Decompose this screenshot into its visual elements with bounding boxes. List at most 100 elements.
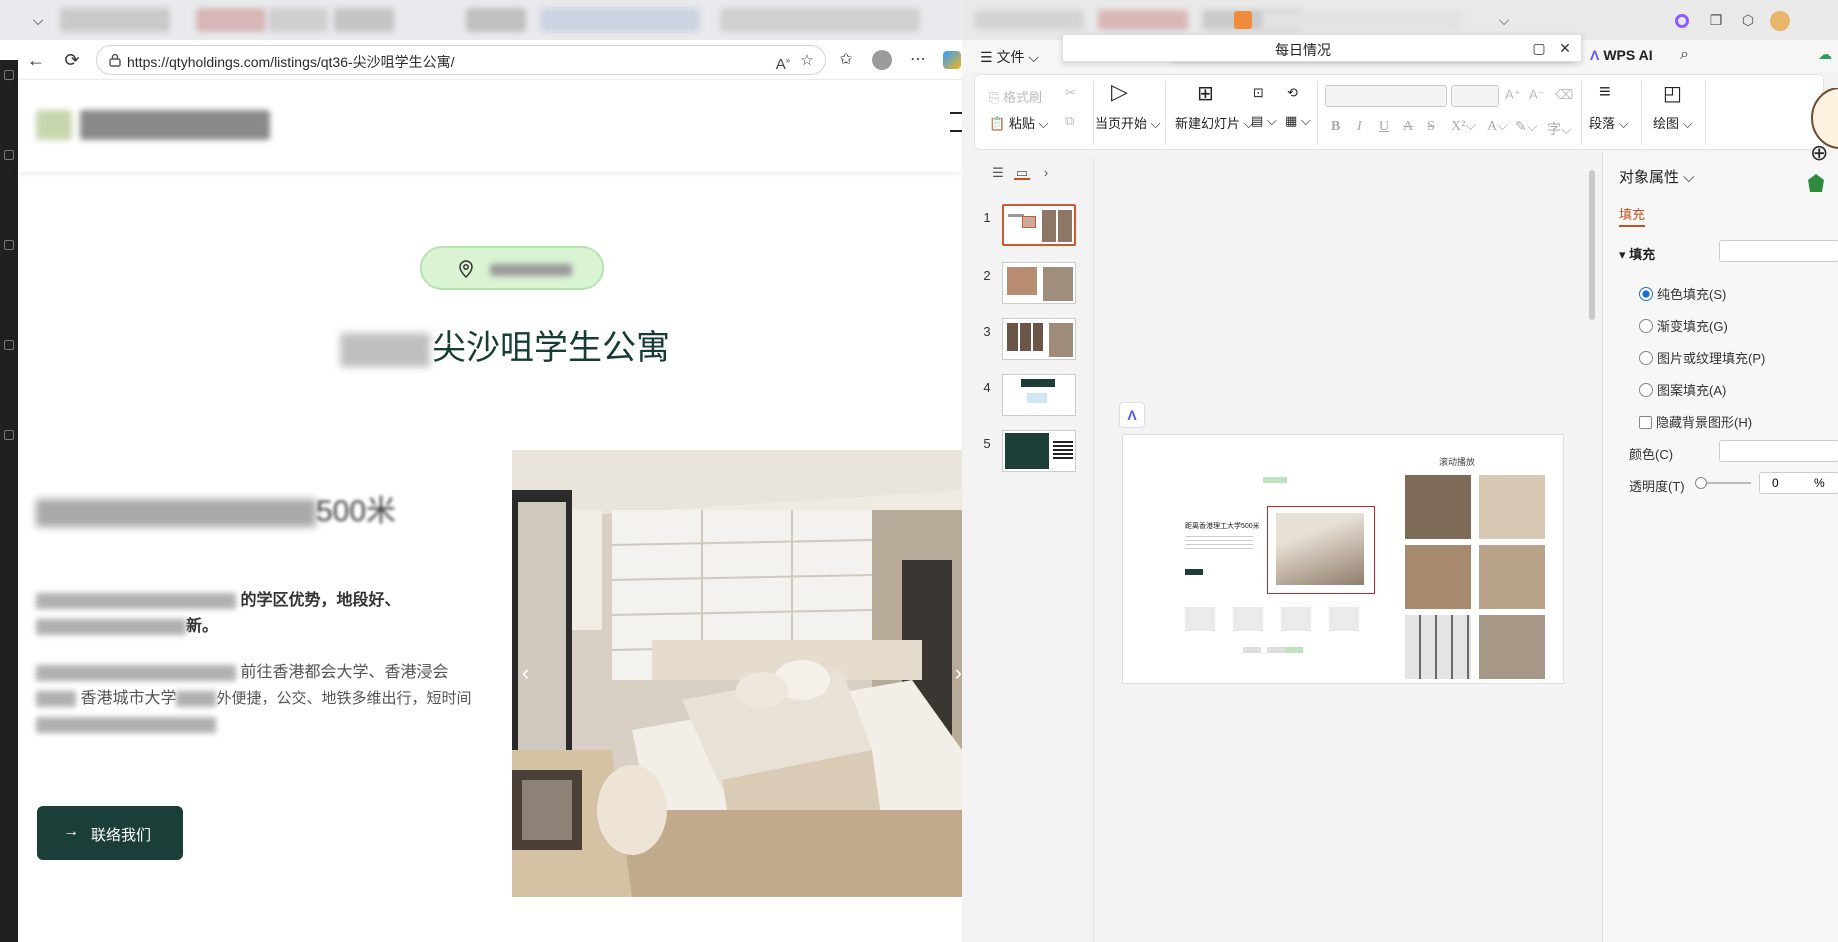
draw-icon[interactable]: ◰ bbox=[1663, 81, 1682, 106]
font-grow-icon[interactable]: A⁺ bbox=[1505, 87, 1521, 103]
copy-icon[interactable]: ⧉ bbox=[1065, 113, 1074, 129]
wps-doc-tab[interactable] bbox=[1262, 10, 1462, 30]
fill-section-header[interactable]: ▾ 填充 bbox=[1619, 244, 1655, 263]
fill-type-select[interactable] bbox=[1719, 240, 1838, 262]
room-photo-carousel[interactable]: ‹ › bbox=[512, 450, 962, 897]
wps-ai-button[interactable]: Ʌ WPS AI bbox=[1590, 47, 1653, 63]
checkbox[interactable] bbox=[1639, 416, 1652, 429]
wps-doc-tab[interactable] bbox=[974, 10, 1084, 30]
profile-avatar[interactable] bbox=[870, 48, 894, 72]
cube-icon[interactable]: ⬡ bbox=[1738, 10, 1758, 30]
search-icon[interactable]: ⌕ bbox=[1680, 46, 1689, 64]
browser-tab[interactable] bbox=[196, 8, 266, 32]
slide-thumbnail-1[interactable] bbox=[1002, 204, 1076, 246]
solid-fill-option[interactable]: 纯色填充(S) bbox=[1639, 284, 1726, 303]
gradient-fill-option[interactable]: 渐变填充(G) bbox=[1639, 316, 1728, 335]
slide-thumbnail-2[interactable] bbox=[1002, 262, 1076, 304]
transparency-input[interactable]: 0 % bbox=[1759, 472, 1838, 494]
picture-fill-option[interactable]: 图片或纹理填充(P) bbox=[1639, 348, 1765, 367]
browser-tab[interactable] bbox=[466, 8, 526, 32]
arrange-icon[interactable]: ▦ ⌵ bbox=[1285, 113, 1311, 129]
browser-tab[interactable] bbox=[334, 8, 394, 32]
draw-button[interactable]: 绘图 ⌵ bbox=[1653, 113, 1692, 132]
close-icon[interactable]: ✕ bbox=[1555, 38, 1575, 58]
bold-icon[interactable]: B bbox=[1331, 119, 1340, 135]
window-restore-icon[interactable]: ❐ bbox=[1706, 10, 1726, 30]
underline-icon[interactable]: U bbox=[1379, 119, 1389, 135]
carousel-next-arrow-icon[interactable]: › bbox=[955, 660, 962, 686]
more-menu-icon[interactable]: ⋯ bbox=[906, 48, 930, 72]
cloud-sync-icon[interactable]: ☁ bbox=[1818, 46, 1832, 63]
wps-doc-tab[interactable] bbox=[1098, 10, 1188, 30]
color-select[interactable] bbox=[1719, 440, 1838, 462]
site-logo-text[interactable] bbox=[80, 110, 270, 140]
back-arrow-icon[interactable]: ← bbox=[24, 48, 48, 72]
contact-us-button[interactable]: → 联络我们 bbox=[37, 806, 183, 860]
highlight-icon[interactable]: ✎⌵ bbox=[1515, 119, 1537, 136]
address-bar[interactable]: https://qtyholdings.com/listings/qt36-尖沙… bbox=[96, 45, 826, 75]
slide-thumbnail-3[interactable] bbox=[1002, 318, 1076, 360]
italic-icon[interactable]: I bbox=[1357, 119, 1362, 135]
reset-icon[interactable]: ⟲ bbox=[1287, 85, 1298, 101]
outline-view-icon[interactable]: ☰ bbox=[990, 166, 1006, 180]
play-from-current-button[interactable]: 当页开始 ⌵ bbox=[1095, 113, 1160, 132]
font-color-icon[interactable]: A⌵ bbox=[1487, 119, 1508, 135]
font-shrink-icon[interactable]: A⁻ bbox=[1529, 87, 1545, 103]
current-slide[interactable]: 滚动播放 距离香港理工大学500米 bbox=[1122, 434, 1564, 684]
radio[interactable] bbox=[1639, 383, 1653, 397]
hamburger-menu-icon[interactable] bbox=[950, 112, 962, 132]
carousel-prev-arrow-icon[interactable]: ‹ bbox=[522, 660, 529, 686]
new-slide-icon[interactable]: ⊞ bbox=[1197, 81, 1214, 106]
paste-button[interactable]: 📋 粘贴 ⌵ bbox=[989, 113, 1048, 132]
copilot-icon[interactable] bbox=[940, 48, 962, 72]
wps-ai-badge-icon[interactable]: Ʌ bbox=[1119, 402, 1145, 428]
browser-tab[interactable] bbox=[60, 8, 170, 32]
pane-collapse-icon[interactable]: › bbox=[1038, 166, 1054, 180]
strikethrough-icon[interactable]: A bbox=[1403, 119, 1413, 135]
slide-thumbnail-5[interactable] bbox=[1002, 430, 1076, 472]
font-name-select[interactable] bbox=[1325, 85, 1447, 107]
browser-tab[interactable] bbox=[720, 8, 920, 32]
radio[interactable] bbox=[1639, 351, 1653, 365]
format-painter-button[interactable]: ⎘ 格式刷 bbox=[989, 87, 1042, 106]
shadow-text-icon[interactable]: S bbox=[1427, 119, 1435, 135]
play-current-icon[interactable]: ▷ bbox=[1111, 79, 1128, 105]
tab-list-chevron-icon[interactable]: ⌵ bbox=[28, 10, 48, 30]
new-slide-button[interactable]: 新建幻灯片 ⌵ bbox=[1175, 113, 1253, 132]
refresh-icon[interactable]: ⟳ bbox=[60, 48, 84, 72]
read-aloud-icon[interactable]: A» bbox=[773, 51, 793, 73]
location-pin-icon bbox=[459, 260, 473, 278]
chevron-down-icon[interactable]: ⌵ bbox=[1494, 10, 1514, 30]
browser-tab[interactable] bbox=[268, 8, 328, 32]
paragraph-icon[interactable]: ≡ bbox=[1599, 81, 1611, 104]
font-size-select[interactable] bbox=[1451, 85, 1499, 107]
vertical-scrollbar[interactable] bbox=[1589, 170, 1595, 320]
section-icon[interactable]: ▤ ⌵ bbox=[1251, 113, 1277, 129]
wps-colorful-icon[interactable] bbox=[1672, 10, 1692, 30]
radio[interactable] bbox=[1639, 319, 1653, 333]
layout-icon[interactable]: ⊡ bbox=[1253, 85, 1264, 101]
favorite-star-icon[interactable]: ☆ bbox=[797, 51, 817, 71]
browser-tab[interactable] bbox=[540, 8, 700, 32]
transparency-slider[interactable] bbox=[1695, 477, 1751, 489]
clear-format-icon[interactable]: ⌫ bbox=[1555, 87, 1573, 103]
paragraph-button[interactable]: 段落 ⌵ bbox=[1589, 113, 1628, 132]
wps-doc-tab[interactable] bbox=[1234, 11, 1252, 29]
cut-icon[interactable]: ✂ bbox=[1065, 85, 1076, 101]
phonetic-icon[interactable]: 字⌵ bbox=[1547, 119, 1572, 139]
site-logo[interactable] bbox=[36, 110, 72, 140]
file-menu[interactable]: ☰ 文件 ⌵ bbox=[980, 47, 1039, 67]
pattern-fill-option[interactable]: 图案填充(A) bbox=[1639, 380, 1726, 399]
favorites-icon[interactable]: ✩ bbox=[834, 48, 858, 72]
radio-selected[interactable] bbox=[1639, 287, 1653, 301]
object-properties-title[interactable]: 对象属性 ⌵ bbox=[1619, 166, 1695, 187]
floating-window[interactable]: 每日情况 ▢ ✕ bbox=[1062, 34, 1582, 62]
hide-background-option[interactable]: 隐藏背景图形(H) bbox=[1639, 412, 1752, 431]
maximize-icon[interactable]: ▢ bbox=[1529, 38, 1549, 58]
fill-tab[interactable]: 填充 bbox=[1619, 204, 1646, 227]
slide-thumbnail-4[interactable] bbox=[1002, 374, 1076, 416]
url-text[interactable]: https://qtyholdings.com/listings/qt36-尖沙… bbox=[127, 52, 455, 72]
user-avatar[interactable] bbox=[1770, 10, 1790, 32]
superscript-icon[interactable]: X²⌵ bbox=[1451, 119, 1476, 135]
slide-view-icon[interactable]: ▭ bbox=[1014, 166, 1030, 180]
